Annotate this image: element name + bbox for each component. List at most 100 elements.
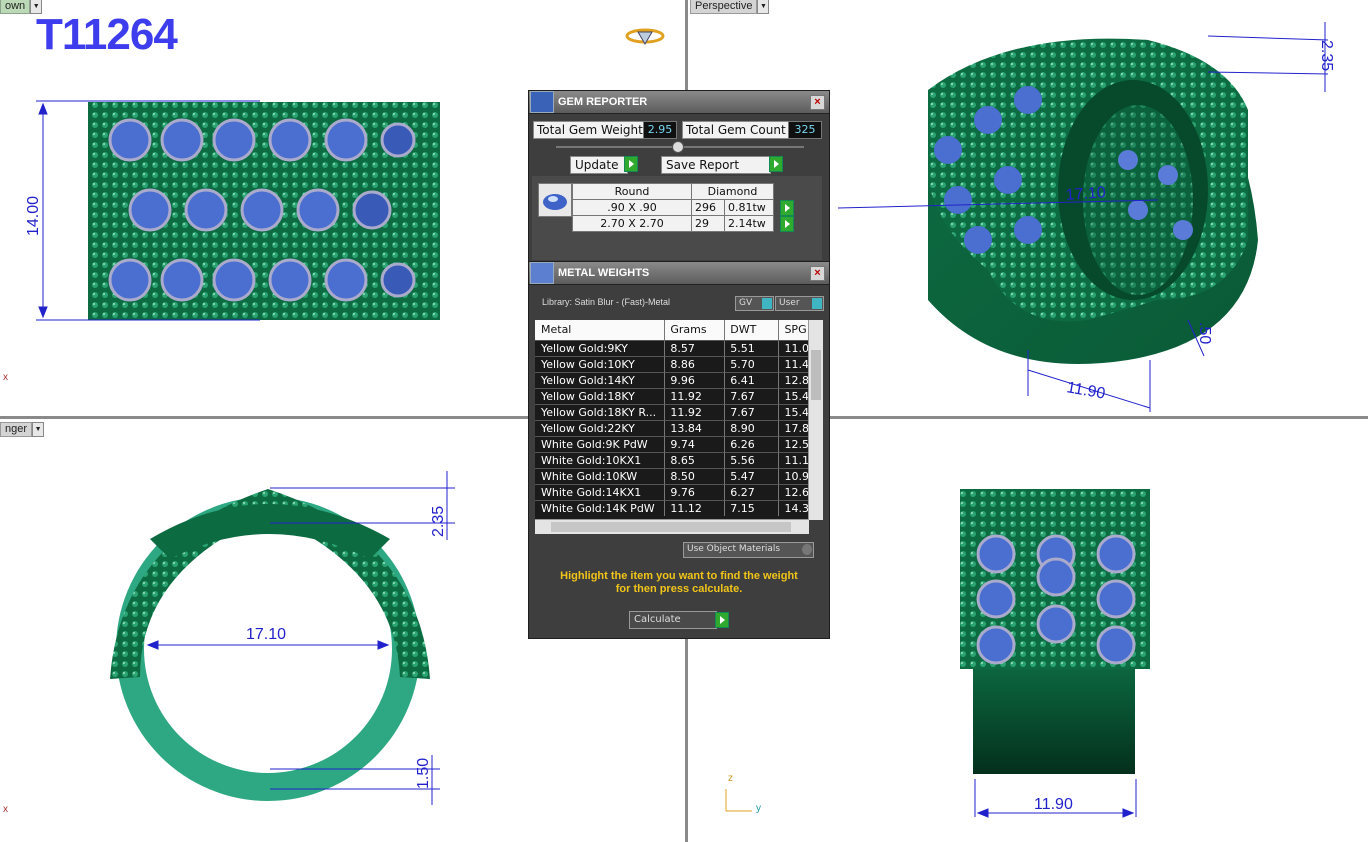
metal-row[interactable]: White Gold:9K PdW 9.74 6.26 12.59 [535, 436, 823, 452]
report-icon [530, 91, 554, 113]
library-label: Library: Satin Blur - (Fast)-Metal [542, 297, 671, 307]
metal-cell: 8.57 [665, 340, 726, 356]
metal-cell: Yellow Gold:14KY [535, 372, 666, 388]
gem-col-material: Diamond [691, 183, 774, 200]
metal-table-vscroll[interactable] [808, 320, 823, 520]
gem-row-size: 2.70 X 2.70 [572, 215, 692, 232]
metal-row[interactable]: Yellow Gold:18KY 11.92 7.67 15.41 [535, 388, 823, 404]
play-icon[interactable] [780, 216, 794, 232]
axis-z-label: z [728, 773, 733, 784]
metal-row[interactable]: White Gold:14KX1 9.76 6.27 12.61 [535, 484, 823, 500]
total-gem-weight-value: 2.95 [643, 121, 677, 139]
metal-cell: 9.76 [665, 484, 726, 500]
gem-row-size: .90 X .90 [572, 199, 692, 216]
scroll-thumb[interactable] [811, 350, 821, 400]
metal-col-dwt[interactable]: DWT [725, 320, 780, 340]
metal-cell: White Gold:10KW [535, 468, 666, 484]
metal-col-grams[interactable]: Grams [665, 320, 726, 340]
metal-cell: 7.67 [725, 388, 780, 404]
calculate-hint: Highlight the item you want to find the … [540, 570, 818, 596]
persp-width-label: 11.90 [1065, 379, 1106, 403]
metal-cell: 5.70 [725, 356, 780, 372]
metal-cell: 6.41 [725, 372, 780, 388]
metal-row[interactable]: White Gold:14K PdW 11.12 7.15 14.37 [535, 500, 823, 516]
metal-row[interactable]: Yellow Gold:9KY 8.57 5.51 11.08 [535, 340, 823, 356]
metal-cell: 5.47 [725, 468, 780, 484]
play-icon[interactable] [715, 612, 729, 628]
gem-slider-handle[interactable] [672, 141, 684, 153]
metal-cell: 7.67 [725, 404, 780, 420]
hint-line-1: Highlight the item you want to find the … [560, 570, 798, 582]
metal-cell: Yellow Gold:9KY [535, 340, 666, 356]
metal-cell: 6.26 [725, 436, 780, 452]
user-toggle[interactable]: User [775, 296, 824, 311]
metal-cell: 11.92 [665, 388, 726, 404]
save-report-button[interactable]: Save Report [661, 156, 771, 174]
scale-icon [530, 262, 554, 284]
metal-row[interactable]: White Gold:10KW 8.50 5.47 10.99 [535, 468, 823, 484]
gem-row-count: 29 [691, 215, 725, 232]
metal-row[interactable]: Yellow Gold:22KY 13.84 8.90 17.89 [535, 420, 823, 436]
scroll-thumb[interactable] [551, 522, 791, 532]
metal-cell: 8.90 [725, 420, 780, 436]
metal-cell: 7.15 [725, 500, 780, 516]
metal-row[interactable]: Yellow Gold:18KY R... 11.92 7.67 15.41 [535, 404, 823, 420]
close-icon[interactable]: × [810, 95, 825, 110]
metal-cell: 8.65 [665, 452, 726, 468]
gem-row[interactable]: 2.70 X 2.70 29 2.14tw [572, 215, 787, 232]
metal-cell: White Gold:14KX1 [535, 484, 666, 500]
metal-cell: 13.84 [665, 420, 726, 436]
total-gem-count-label: Total Gem Count [682, 121, 790, 139]
close-icon[interactable]: × [810, 266, 825, 281]
metal-table-body: Yellow Gold:9KY 8.57 5.51 11.08 Yellow Gold:… [535, 340, 823, 516]
metal-cell: 8.50 [665, 468, 726, 484]
front-top-label: 2.35 [430, 506, 447, 537]
play-icon[interactable] [769, 156, 783, 172]
metal-row[interactable]: Yellow Gold:14KY 9.96 6.41 12.88 [535, 372, 823, 388]
axis-x-label-front: x [3, 804, 8, 815]
gem-row-weight: 0.81tw [724, 199, 774, 216]
gem-row-weight: 2.14tw [724, 215, 774, 232]
gem-reporter-title: GEM REPORTER [558, 96, 648, 108]
total-gem-weight-label: Total Gem Weight [533, 121, 648, 139]
use-object-materials-toggle[interactable]: Use Object Materials [683, 542, 814, 558]
play-icon[interactable] [624, 156, 638, 172]
metal-cell: 5.56 [725, 452, 780, 468]
metal-cell: 11.12 [665, 500, 726, 516]
metal-cell: 8.86 [665, 356, 726, 372]
front-bottom-label: 1.50 [415, 758, 432, 789]
metal-row[interactable]: Yellow Gold:10KY 8.86 5.70 11.43 [535, 356, 823, 372]
metal-cell: White Gold:10KX1 [535, 452, 666, 468]
metal-cell: 9.96 [665, 372, 726, 388]
gem-reporter-titlebar[interactable]: GEM REPORTER × [529, 91, 829, 114]
metal-cell: Yellow Gold:18KY [535, 388, 666, 404]
gv-toggle[interactable]: GV [735, 296, 774, 311]
gem-row-count: 296 [691, 199, 725, 216]
metal-cell: Yellow Gold:22KY [535, 420, 666, 436]
diamond-icon [538, 183, 572, 217]
metal-cell: 9.74 [665, 436, 726, 452]
use-object-materials-label: Use Object Materials [687, 544, 781, 554]
axis-gizmo [725, 789, 752, 812]
calculate-button[interactable]: Calculate [629, 611, 717, 629]
metal-cell: Yellow Gold:18KY R... [535, 404, 666, 420]
metal-table[interactable]: Metal Grams DWT SPG Yellow Gold:9KY 8.57 5… [535, 320, 823, 520]
metal-table-hscroll[interactable] [535, 519, 809, 534]
persp-side-label: .50 [1196, 322, 1213, 344]
persp-top-label: 2.35 [1318, 40, 1335, 71]
metal-cell: White Gold:9K PdW [535, 436, 666, 452]
play-icon[interactable] [780, 200, 794, 216]
ring-gem-icon [625, 28, 665, 45]
metal-cell: 6.27 [725, 484, 780, 500]
metal-col-metal[interactable]: Metal [535, 320, 666, 340]
metal-weights-titlebar[interactable]: METAL WEIGHTS × [529, 262, 829, 285]
side-width-label: 11.90 [1034, 796, 1073, 813]
gem-col-shape: Round [572, 183, 692, 200]
user-toggle-label: User [779, 298, 800, 308]
metal-cell: 11.92 [665, 404, 726, 420]
gem-row[interactable]: .90 X .90 296 0.81tw [572, 199, 787, 216]
update-button[interactable]: Update [570, 156, 628, 174]
metal-cell: White Gold:14K PdW [535, 500, 666, 516]
metal-row[interactable]: White Gold:10KX1 8.65 5.56 11.18 [535, 452, 823, 468]
metal-weights-title: METAL WEIGHTS [558, 267, 650, 279]
